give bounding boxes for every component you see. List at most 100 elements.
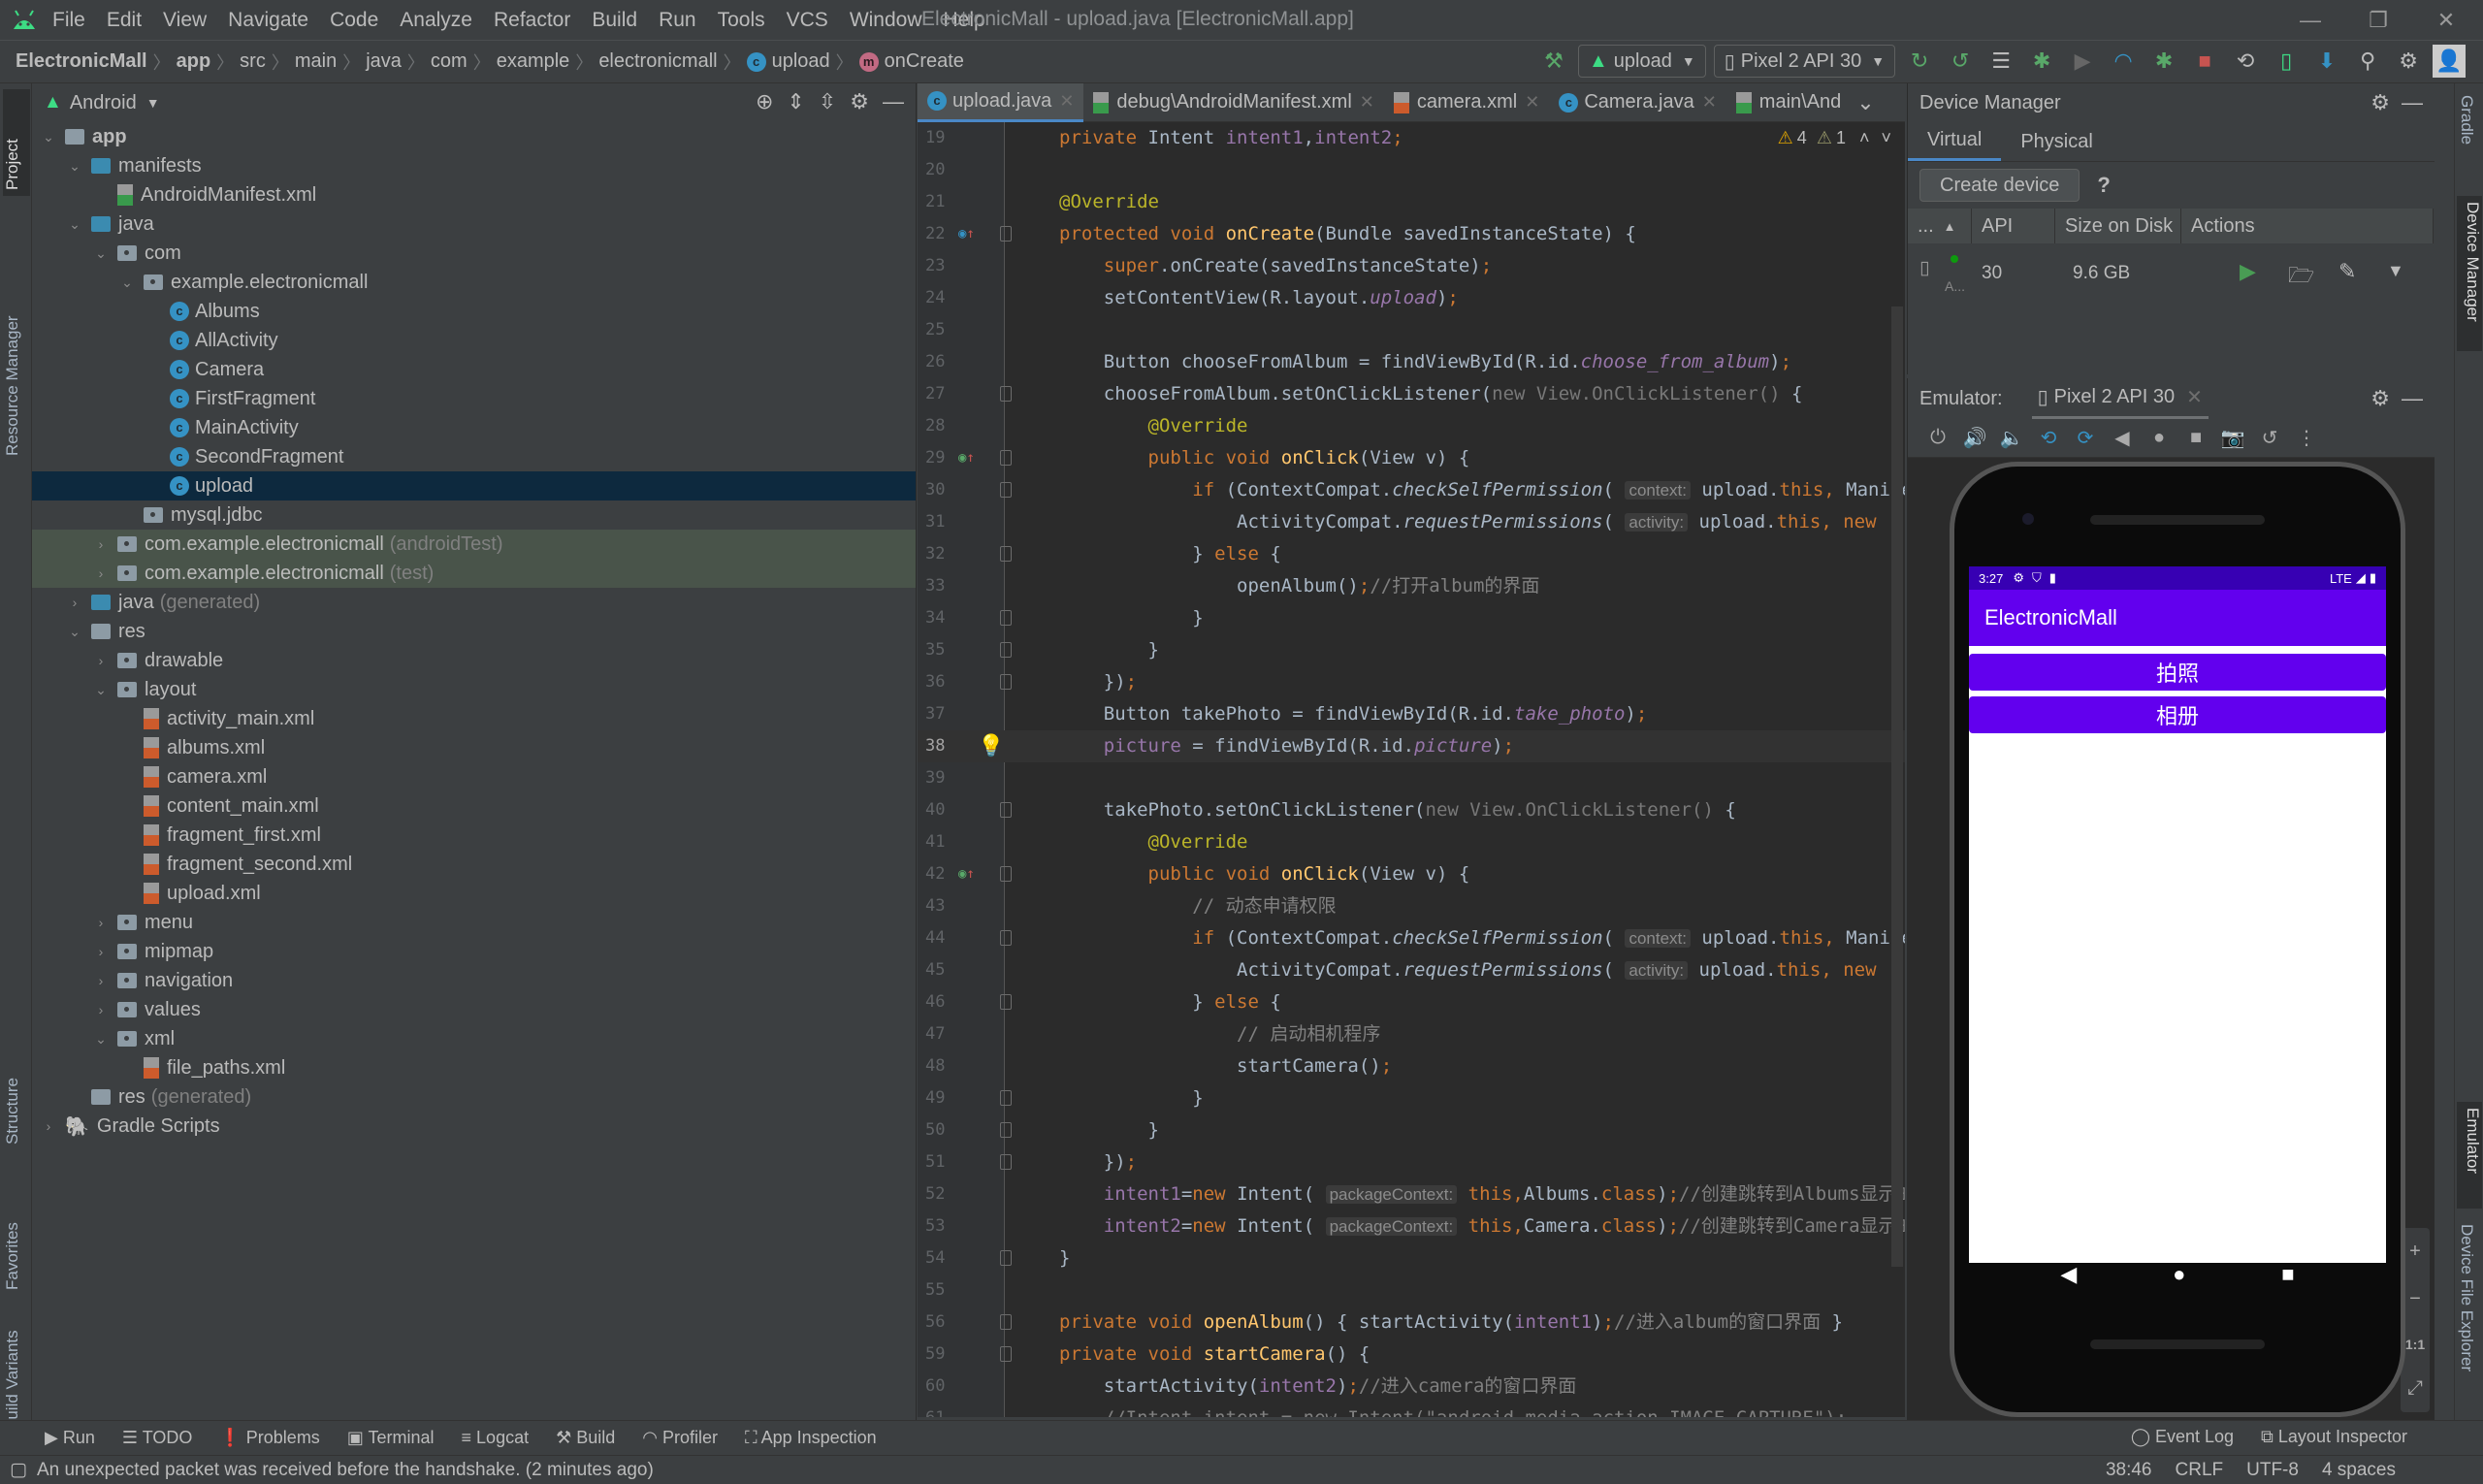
collapsed-arrow-icon[interactable]: › — [92, 973, 110, 988]
tree-node[interactable]: › menu — [32, 908, 916, 937]
code-line[interactable]: 19 private Intent intent1,intent2; — [918, 122, 1905, 154]
code-line[interactable]: 51 }); — [918, 1146, 1905, 1178]
implements-method-icon[interactable]: ◉↑ — [958, 858, 975, 890]
code-line[interactable]: 23 super.onCreate(savedInstanceState); — [918, 250, 1905, 282]
code-line[interactable]: 55 — [918, 1274, 1905, 1307]
phone-screen[interactable]: 3:27 ⚙ ⛉ ▮ LTE ◢ ▮ ElectronicMall 拍照 相册 — [1969, 566, 2386, 1263]
expand-all-icon[interactable]: ⇕ — [787, 89, 804, 114]
tool-tab-project[interactable]: Project — [3, 89, 30, 196]
menu-navigate[interactable]: Navigate — [228, 9, 308, 32]
volume-up-icon[interactable]: 🔊 — [1956, 426, 1993, 450]
settings-icon[interactable]: ⚙ — [2370, 90, 2390, 115]
tree-node[interactable]: › navigation — [32, 966, 916, 995]
overrides-method-icon[interactable]: ◉↑ — [958, 218, 975, 250]
expanded-arrow-icon[interactable]: ⌄ — [40, 129, 57, 145]
profiler-icon[interactable]: ◠ — [2107, 45, 2140, 78]
device-combo[interactable]: ▯ Pixel 2 API 30 ▼ — [1713, 45, 1896, 78]
file-encoding[interactable]: UTF-8 — [2246, 1460, 2299, 1481]
fold-marker-icon[interactable] — [1000, 1250, 1012, 1266]
collapsed-arrow-icon[interactable]: › — [92, 653, 110, 668]
snapshot-icon[interactable]: ↺ — [2251, 426, 2288, 450]
breadcrumb-item[interactable]: ElectronicMall — [10, 50, 153, 73]
editor-scrollbar[interactable] — [1891, 306, 1903, 1267]
previous-highlight-icon[interactable]: ˄ — [1859, 128, 1870, 148]
expanded-arrow-icon[interactable]: ⌄ — [92, 245, 110, 262]
code-line[interactable]: 36 }); — [918, 666, 1905, 698]
line-separator[interactable]: CRLF — [2176, 1460, 2224, 1481]
back-icon[interactable]: ◀ — [2104, 426, 2141, 450]
tree-node[interactable]: AndroidManifest.xml — [32, 180, 916, 210]
code-line[interactable]: 56 private void openAlbum() { startActivi… — [918, 1307, 1905, 1339]
apply-code-changes-icon[interactable]: ↺ — [1944, 45, 1977, 78]
code-line[interactable]: 37 Button takePhoto = findViewById(R.id.… — [918, 698, 1905, 730]
tool-tab-profiler[interactable]: ◠ Profiler — [642, 1428, 718, 1448]
debug-icon[interactable]: ✱ — [2025, 45, 2058, 78]
tree-node[interactable]: › mipmap — [32, 937, 916, 966]
tree-node[interactable]: c upload — [32, 471, 916, 500]
hide-panel-icon[interactable]: — — [2402, 90, 2423, 115]
fold-marker-icon[interactable] — [1000, 1154, 1012, 1170]
tree-node[interactable]: file_paths.xml — [32, 1053, 916, 1082]
collapsed-arrow-icon[interactable]: › — [92, 536, 110, 552]
code-line[interactable]: 43 // 动态申请权限 — [918, 890, 1905, 922]
fold-marker-icon[interactable] — [1000, 866, 1012, 882]
breadcrumb-item[interactable]: m onCreate — [854, 50, 970, 73]
zoom-fit-button[interactable]: ⤢ — [2407, 1377, 2423, 1400]
phone-home-button[interactable]: ● — [2173, 1262, 2185, 1287]
collapsed-arrow-icon[interactable]: › — [92, 915, 110, 930]
stop-icon[interactable]: ■ — [2188, 45, 2221, 78]
code-line[interactable]: 40 takePhoto.setOnClickListener(new View… — [918, 794, 1905, 826]
tree-node[interactable]: › drawable — [32, 646, 916, 675]
code-line[interactable]: 38 💡 picture = findViewById(R.id.picture)… — [918, 730, 1905, 762]
tree-node[interactable]: ⌄ res — [32, 617, 916, 646]
editor-tab[interactable]: main\And — [1726, 83, 1852, 122]
tree-node[interactable]: › 🐘 Gradle Scripts — [32, 1112, 916, 1141]
expanded-arrow-icon[interactable]: ⌄ — [118, 274, 136, 291]
phone-recents-button[interactable]: ■ — [2281, 1262, 2294, 1287]
tree-node[interactable]: › values — [32, 995, 916, 1024]
fold-marker-icon[interactable] — [1000, 802, 1012, 818]
tool-tab-logcat[interactable]: ≡ Logcat — [462, 1428, 530, 1448]
tree-node[interactable]: ⌄ app — [32, 122, 916, 151]
tree-node[interactable]: ⌄ example.electronicmall — [32, 268, 916, 297]
zoom-in-button[interactable]: + — [2409, 1241, 2421, 1263]
settings-icon[interactable]: ⚙ — [2370, 386, 2390, 411]
code-line[interactable]: 49 } — [918, 1082, 1905, 1114]
show-all-tabs-icon[interactable]: ⌄ — [1856, 90, 1874, 115]
code-line[interactable]: 26 Button chooseFromAlbum = findViewById… — [918, 346, 1905, 378]
close-tab-icon[interactable]: ✕ — [1525, 92, 1539, 113]
rotate-right-icon[interactable]: ⟳ — [2067, 426, 2104, 450]
power-icon[interactable]: ⏻ — [1919, 427, 1956, 449]
fold-marker-icon[interactable] — [1000, 450, 1012, 466]
more-options-icon[interactable]: ⋮ — [2288, 426, 2325, 450]
zoom-out-button[interactable]: − — [2409, 1288, 2421, 1310]
close-tab-icon[interactable]: ✕ — [1702, 92, 1717, 113]
tool-tab-structure[interactable]: Structure — [3, 1015, 22, 1150]
menu-code[interactable]: Code — [330, 9, 378, 32]
column-header-size[interactable]: Size on Disk — [2055, 209, 2181, 243]
zoom-actual-size-button[interactable]: 1:1 — [2405, 1337, 2425, 1352]
code-line[interactable]: 20 — [918, 154, 1905, 186]
implements-method-icon[interactable]: ◉↑ — [958, 442, 975, 474]
fold-marker-icon[interactable] — [1000, 930, 1012, 946]
expanded-arrow-icon[interactable]: ⌄ — [66, 624, 83, 640]
settings-icon[interactable]: ⚙ — [2392, 45, 2425, 78]
hide-panel-icon[interactable]: — — [883, 89, 904, 114]
code-line[interactable]: 22 ◉↑ protected void onCreate(Bundle saved… — [918, 218, 1905, 250]
breadcrumb-item[interactable]: java — [360, 50, 407, 73]
tree-node[interactable]: c Camera — [32, 355, 916, 384]
settings-icon[interactable]: ⚙ — [850, 89, 869, 114]
tree-node[interactable]: ⌄ com — [32, 239, 916, 268]
menu-build[interactable]: Build — [592, 9, 637, 32]
expanded-arrow-icon[interactable]: ⌄ — [92, 1031, 110, 1048]
open-folder-icon[interactable]: 🗁 — [2288, 259, 2314, 296]
editor-tab[interactable]: debug\AndroidManifest.xml ✕ — [1083, 83, 1383, 122]
expanded-arrow-icon[interactable]: ⌄ — [66, 216, 83, 233]
tree-node[interactable]: mysql.jdbc — [32, 500, 916, 530]
minimize-button[interactable]: — — [2281, 4, 2339, 37]
sync-logs-icon[interactable]: ☰ — [1984, 45, 2017, 78]
tree-node[interactable]: content_main.xml — [32, 791, 916, 821]
code-line[interactable]: 59 private void startCamera() { — [918, 1339, 1905, 1371]
take-photo-button[interactable]: 拍照 — [1969, 654, 2386, 691]
fold-marker-icon[interactable] — [1000, 546, 1012, 562]
